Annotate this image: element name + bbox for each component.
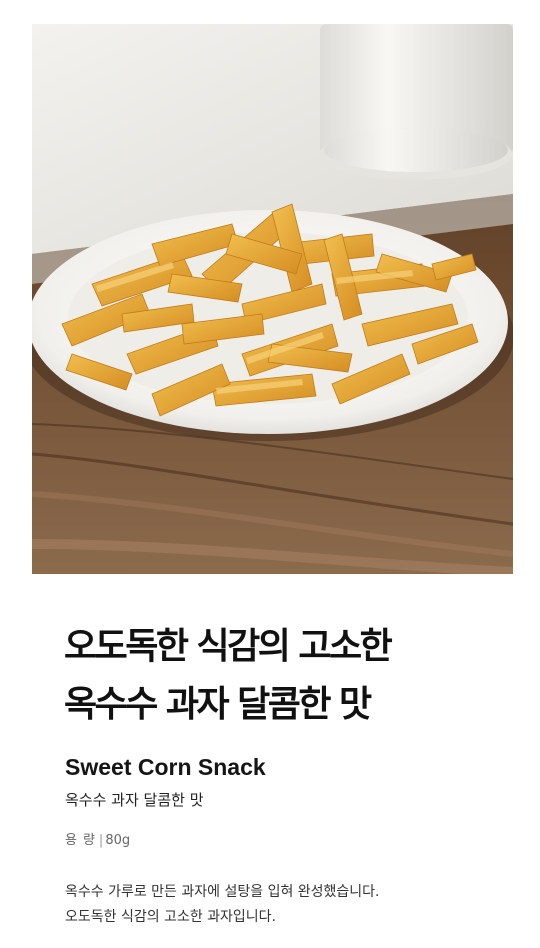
product-name-english: Sweet Corn Snack [65,754,266,780]
description-line-1: 옥수수 가루로 만든 과자에 설탕을 입혀 완성했습니다. [65,884,380,900]
description-line-2: 오도독한 식감의 고소한 과자입니다. [65,909,276,925]
product-name-korean: 옥수수 과자 달콤한 맛 [65,791,204,809]
volume-label: 용량 [65,833,101,848]
headline-line-1: 오도독한 식감의 고소한 [64,626,393,667]
product-photo [32,24,513,574]
volume-value: 80g [105,833,131,848]
headline-line-2: 옥수수 과자 달콤한 맛 [64,684,372,725]
product-description: 옥수수 가루로 만든 과자에 설탕을 입혀 완성했습니다. 오도독한 식감의 고… [65,880,505,930]
volume-spec: 용량| 80g [65,829,130,848]
headline: 오도독한 식감의 고소한 옥수수 과자 달콤한 맛 [64,618,504,734]
corn-snack-plate-photo [32,24,513,574]
spec-divider: | [98,833,104,848]
